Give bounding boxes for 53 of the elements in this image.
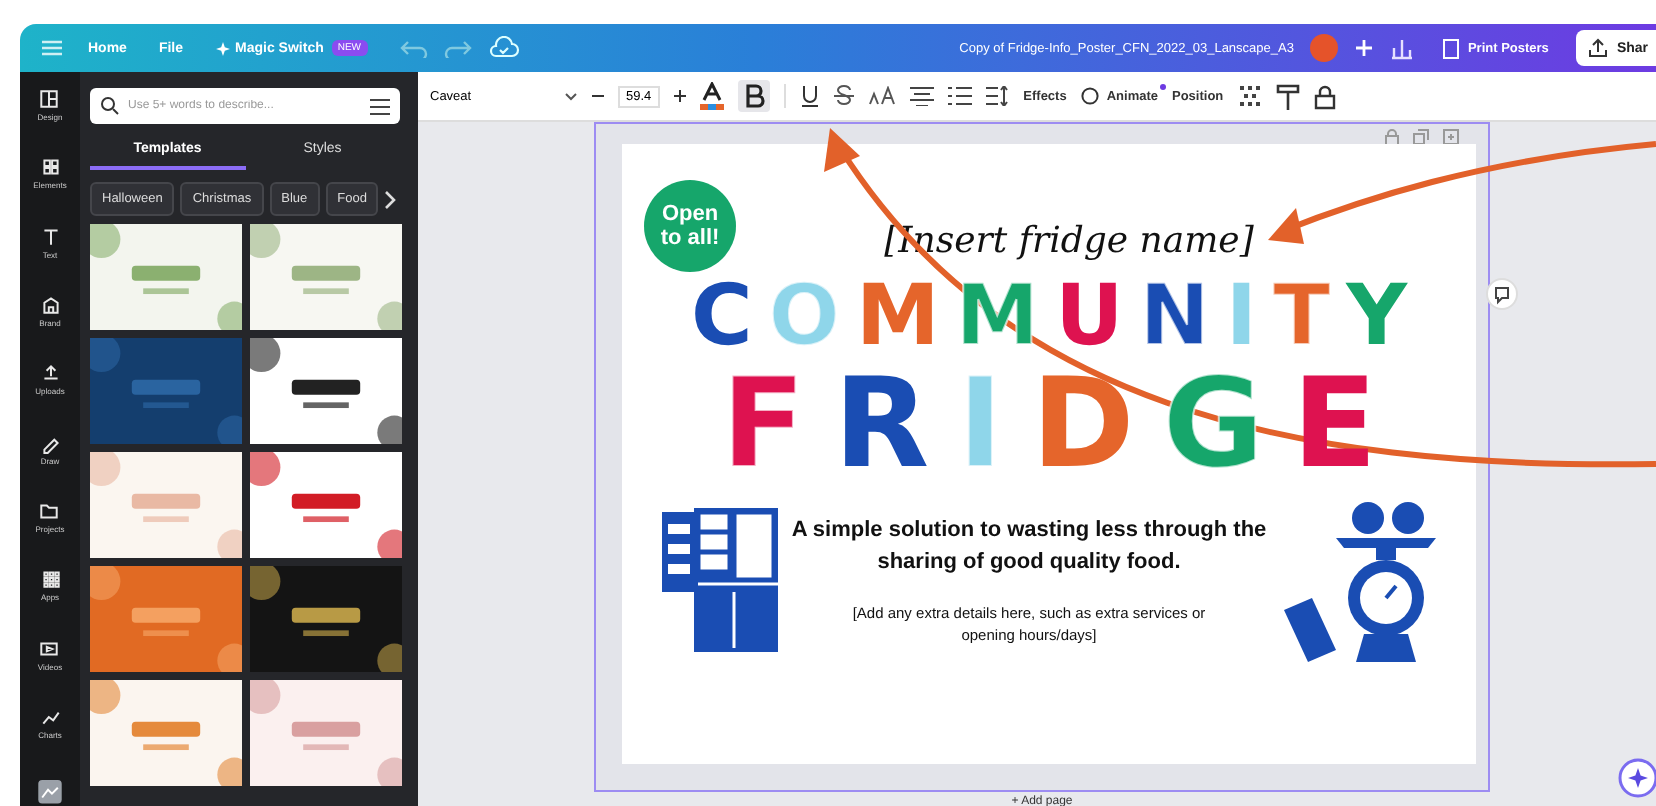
- spacing-icon[interactable]: [985, 86, 1010, 106]
- title-letter: R: [833, 362, 930, 486]
- grid-icon: [39, 568, 61, 591]
- title-letter: Y: [1346, 274, 1408, 358]
- underline-icon[interactable]: [799, 84, 820, 108]
- align-center-icon[interactable]: [909, 86, 934, 106]
- caret-icon: [564, 91, 578, 101]
- title-letter: D: [1031, 362, 1135, 486]
- decrease-size-button[interactable]: [592, 90, 604, 102]
- title-letter: T: [1272, 274, 1331, 358]
- text-color-icon[interactable]: [699, 82, 724, 110]
- letter-case-icon[interactable]: [867, 86, 896, 106]
- chart-icon[interactable]: [1389, 36, 1414, 60]
- minus-icon: [592, 90, 604, 102]
- add-page-icon[interactable]: [1442, 128, 1460, 146]
- list-icon[interactable]: [947, 86, 972, 106]
- text-icon: [39, 225, 61, 248]
- add-icon[interactable]: [1353, 38, 1374, 58]
- bold-icon[interactable]: [737, 80, 770, 112]
- title-letter: I: [1225, 274, 1257, 358]
- comment-icon[interactable]: [1486, 278, 1518, 310]
- animate-icon: [1080, 86, 1101, 106]
- sparkle-icon: [215, 41, 230, 55]
- fridge-icon: [658, 504, 782, 656]
- transparency-icon[interactable]: [1237, 84, 1262, 108]
- shapes-icon: [39, 156, 61, 179]
- increase-size-button[interactable]: [673, 90, 686, 102]
- chevron-right-icon[interactable]: [384, 189, 397, 209]
- strikethrough-icon[interactable]: [833, 84, 854, 108]
- search-icon: [100, 96, 120, 116]
- title-letter: N: [1139, 274, 1210, 358]
- video-icon: [38, 637, 61, 660]
- title-letter: M: [855, 274, 940, 358]
- tagline-text: A simple solution to wasting less through the sharing of good quality food.: [789, 515, 1269, 579]
- cloud-icon[interactable]: [487, 36, 520, 60]
- copy-icon[interactable]: [1412, 128, 1430, 146]
- house-icon: [39, 293, 61, 316]
- title-letter: O: [768, 274, 840, 358]
- lock-icon[interactable]: [1313, 83, 1336, 109]
- title-letter: F: [721, 362, 806, 486]
- folder-icon: [38, 499, 61, 522]
- print-icon: [1441, 37, 1460, 59]
- share-icon: [1588, 38, 1609, 58]
- title-letter: C: [690, 274, 753, 358]
- magic-assistant-icon[interactable]: [1618, 758, 1656, 798]
- upload-icon: [39, 362, 61, 385]
- title-letter: I: [957, 362, 1004, 486]
- plus-icon: [673, 90, 686, 102]
- title-letter: U: [1055, 274, 1124, 358]
- layout-icon: [38, 88, 61, 110]
- magic-media-icon[interactable]: [36, 778, 64, 806]
- filter-icon[interactable]: [370, 97, 390, 115]
- open-badge: Open to all!: [644, 180, 736, 272]
